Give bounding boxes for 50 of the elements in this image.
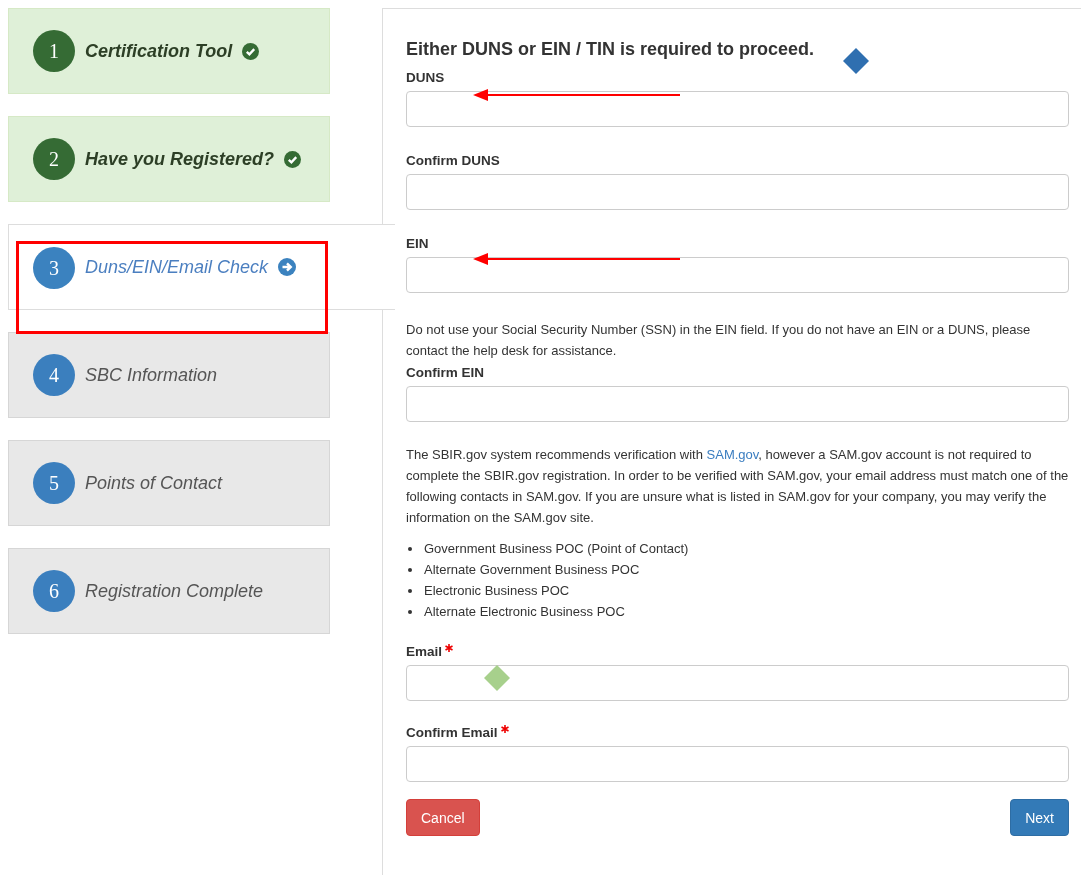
check-circle-icon (242, 42, 260, 60)
input-field[interactable] (406, 386, 1069, 422)
step-label: SBC Information (85, 364, 218, 386)
required-asterisk-icon (500, 725, 509, 733)
diamond-marker (484, 665, 510, 691)
step-number: 4 (33, 354, 75, 396)
bullet-icon (408, 588, 412, 593)
step-number: 1 (33, 30, 75, 72)
check-circle-icon (284, 150, 302, 168)
input-field[interactable] (406, 91, 1069, 127)
step-label: Certification Tool (85, 40, 233, 62)
step-tab[interactable]: 5 Points of Contact (8, 440, 330, 526)
label-text: DUNS (406, 70, 445, 85)
step-label: Duns/EIN/Email Check (85, 257, 269, 278)
verification-paragraph: The SBIR.gov system recommends verification with SAM.gov, however a SAM.gov account is not required to complete the SBIR.gov registration. In order to be verified with SAM.gov, your email address must match one of the following contacts in SAM.gov. If you are unsure what is listed in SAM.gov for your company, you may verify the information on the SAM.gov site. (406, 446, 1069, 527)
contact-list-item: Alternate Electronic Business POC (424, 603, 625, 621)
step-label: Points of Contact (85, 472, 223, 494)
bullet-icon (408, 567, 412, 572)
diamond-marker (843, 48, 869, 74)
contact-list-item: Electronic Business POC (424, 582, 570, 600)
contact-list-item: Alternate Government Business POC (424, 561, 640, 579)
step-number: 6 (33, 570, 75, 612)
next-button[interactable]: Next (1010, 799, 1069, 836)
input-field[interactable] (406, 257, 1069, 293)
ssn-note: Do not use your Social Security Number (SSN) in the EIN field. If you do not have an EIN or a DUNS, please contact the help desk for assistance. (406, 321, 1032, 360)
input-field[interactable] (406, 665, 1069, 701)
form-heading: Either DUNS or EIN / TIN is required to proceed. (406, 39, 816, 60)
label-text: EIN (406, 236, 429, 251)
step-label: Registration Complete (85, 580, 264, 602)
step-tab[interactable]: 1 Certification Tool (8, 8, 330, 94)
step-tab[interactable]: 3 Duns/EIN/Email Check (8, 224, 395, 310)
contact-list-item: Government Business POC (Point of Contact) (424, 540, 689, 558)
label-text: Confirm EIN (406, 365, 484, 380)
label-text: Confirm DUNS (406, 153, 500, 168)
step-number: 5 (33, 462, 75, 504)
step-number: 3 (33, 247, 75, 289)
step-tab[interactable]: 2 Have you Registered? (8, 116, 330, 202)
step-tab[interactable]: 4 SBC Information (8, 332, 330, 418)
arrow-circle-icon (278, 258, 297, 276)
step-tab[interactable]: 6 Registration Complete (8, 548, 330, 634)
bullet-icon (408, 609, 412, 614)
step-number: 2 (33, 138, 75, 180)
input-field[interactable] (406, 174, 1069, 210)
label-text: Email (406, 644, 443, 659)
input-field[interactable] (406, 746, 1069, 782)
required-asterisk-icon (445, 644, 454, 652)
cancel-button[interactable]: Cancel (406, 799, 480, 836)
bullet-icon (408, 546, 412, 551)
step-label: Have you Registered? (85, 148, 275, 170)
label-text: Confirm Email (406, 725, 498, 740)
